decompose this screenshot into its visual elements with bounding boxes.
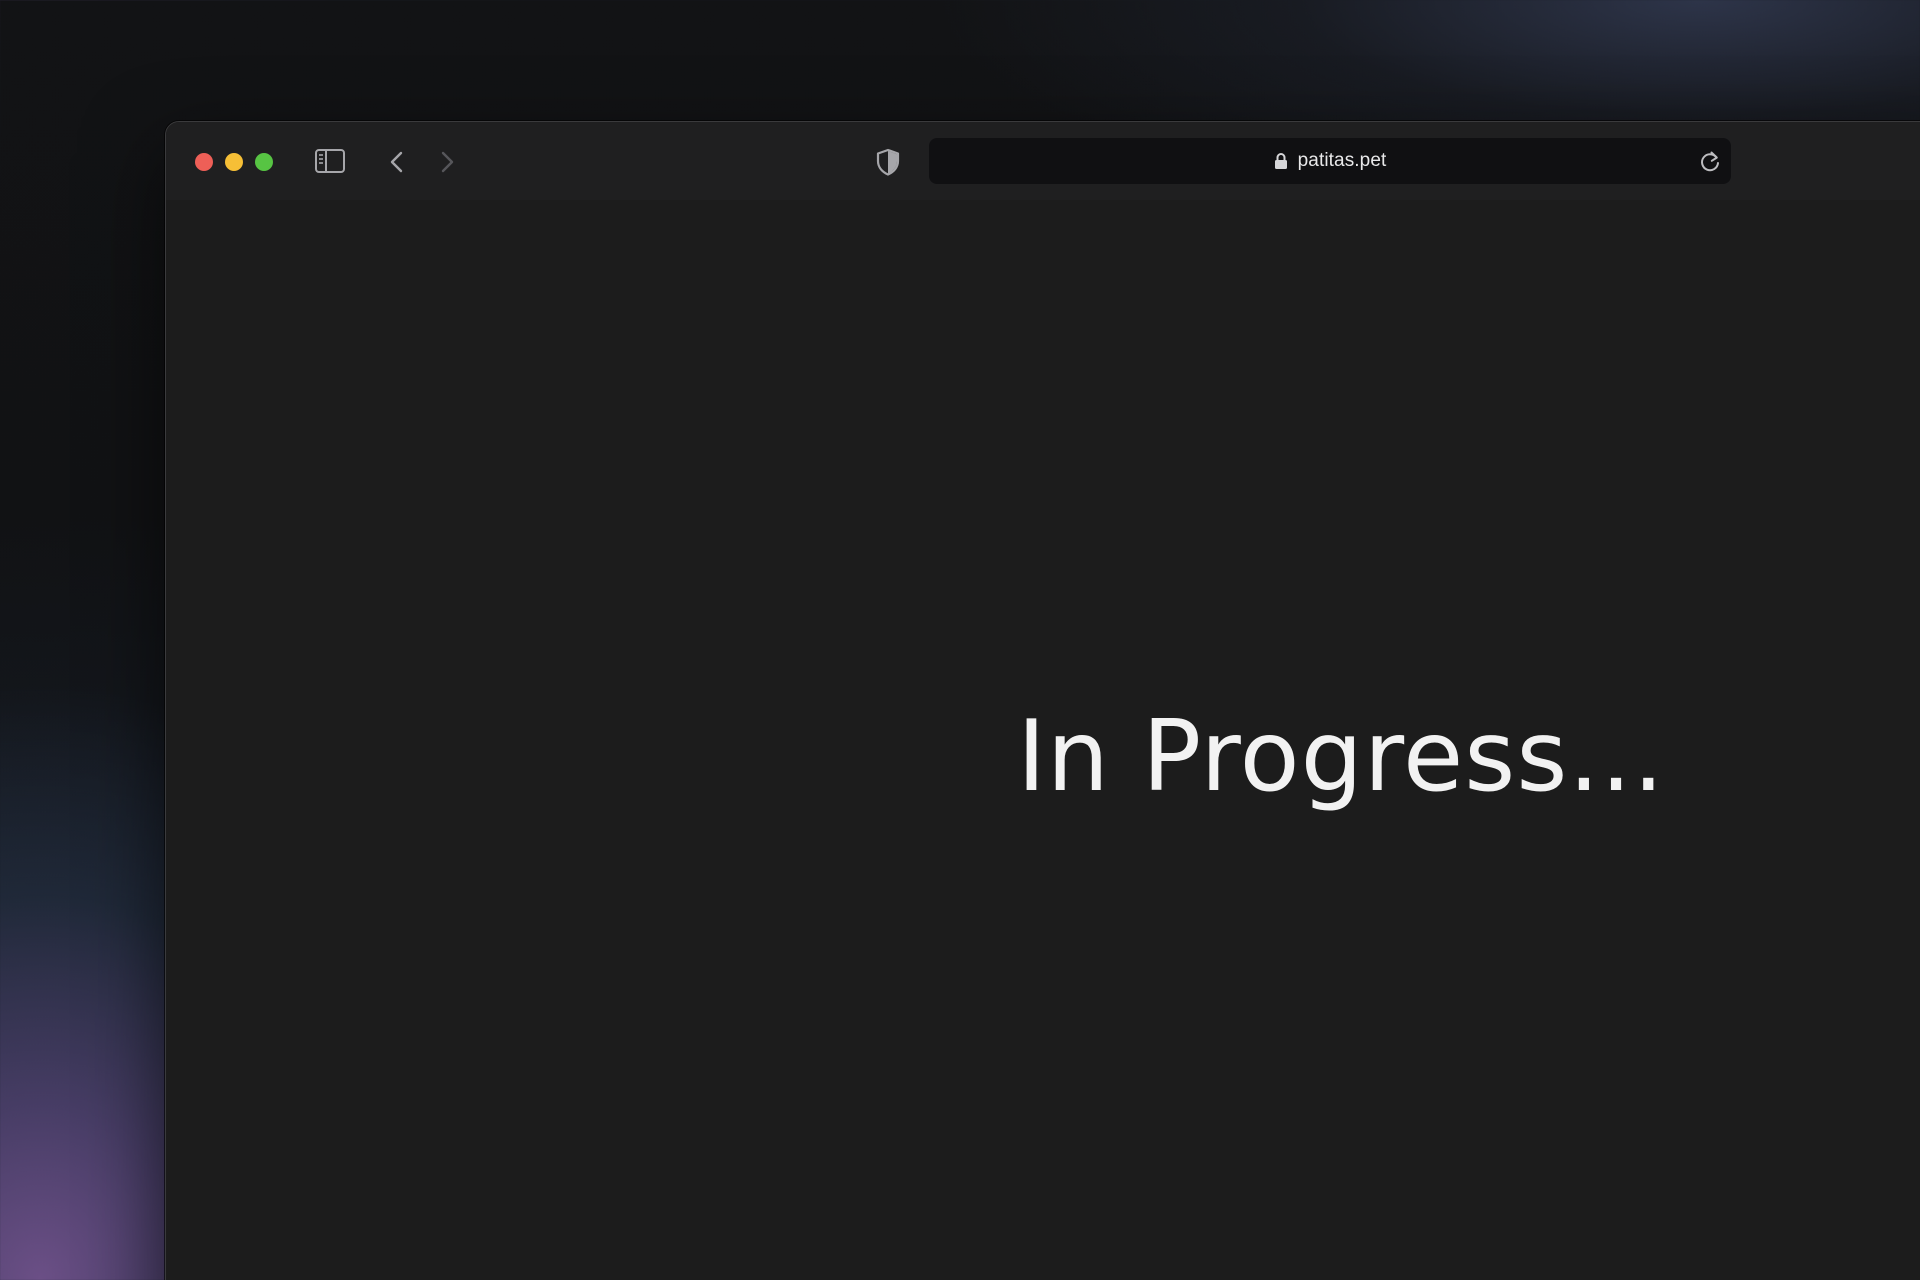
sidebar-toggle-icon[interactable] [314,146,346,176]
reload-icon[interactable] [1697,148,1723,174]
page-content: In Progress... [166,200,1920,1280]
url-text: patitas.pet [1297,150,1387,171]
address-bar[interactable]: patitas.pet [929,138,1731,184]
maximize-window-button[interactable] [255,153,273,171]
address-bar-content: patitas.pet [929,138,1731,184]
forward-arrow-icon[interactable] [434,148,460,176]
privacy-shield-icon[interactable] [874,147,902,177]
browser-window: patitas.pet In Progress... [165,121,1920,1280]
minimize-window-button[interactable] [225,153,243,171]
close-window-button[interactable] [195,153,213,171]
browser-toolbar: patitas.pet [166,122,1920,200]
lock-icon [1274,153,1287,169]
page-headline: In Progress... [1017,700,1665,814]
back-arrow-icon[interactable] [384,148,410,176]
desktop-background: patitas.pet In Progress... [0,0,1920,1280]
